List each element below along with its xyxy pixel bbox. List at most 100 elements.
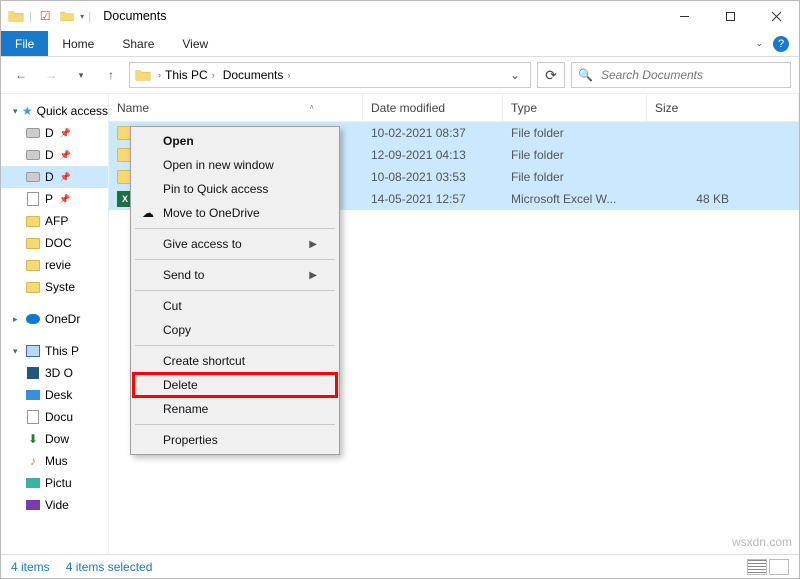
onedrive-icon: [25, 311, 41, 327]
sidebar-item[interactable]: Syste: [1, 276, 108, 298]
menu-item-delete[interactable]: Delete: [133, 373, 337, 397]
close-button[interactable]: [753, 1, 799, 31]
drive-icon: [25, 125, 41, 141]
sidebar-item[interactable]: ▸OneDr: [1, 308, 108, 330]
tree-toggle-icon[interactable]: ▾: [13, 346, 21, 357]
sidebar-item[interactable]: 3D O: [1, 362, 108, 384]
menu-item-create-shortcut[interactable]: Create shortcut: [133, 349, 337, 373]
nav-back-button[interactable]: ←: [9, 63, 33, 87]
refresh-button[interactable]: ⟳: [537, 62, 565, 88]
status-bar: 4 items 4 items selected: [1, 554, 799, 578]
tab-home[interactable]: Home: [48, 33, 108, 55]
menu-item-open[interactable]: Open: [133, 129, 337, 153]
folder-icon: [25, 235, 41, 251]
menu-item-rename[interactable]: Rename: [133, 397, 337, 421]
search-input[interactable]: [599, 67, 784, 83]
menu-item-send-to[interactable]: Send to ▶: [133, 263, 337, 287]
sort-indicator-icon: ˄: [309, 103, 354, 112]
sidebar-item[interactable]: P📌: [1, 188, 108, 210]
menu-item-label: Copy: [163, 323, 191, 337]
sidebar-item[interactable]: ♪Mus: [1, 450, 108, 472]
menu-item-label: Cut: [163, 299, 182, 313]
sidebar-item[interactable]: DOC: [1, 232, 108, 254]
nav-forward-button[interactable]: →: [39, 63, 63, 87]
file-date: 12-09-2021 04:13: [363, 148, 503, 162]
breadcrumb-box[interactable]: › This PC › Documents › ⌄: [129, 62, 531, 88]
pin-icon: 📌: [60, 172, 71, 183]
doc-icon[interactable]: [58, 7, 76, 25]
column-headers[interactable]: Name˄ Date modified Type Size: [109, 94, 799, 122]
sidebar-item-label: This P: [45, 344, 79, 358]
menu-item-give-access-to[interactable]: Give access to▶: [133, 232, 337, 256]
ribbon: File Home Share View ⌄ ?: [1, 31, 799, 57]
ribbon-expand-icon[interactable]: ⌄: [755, 38, 763, 49]
sidebar-item-label: 3D O: [45, 366, 73, 380]
chevron-right-icon: ▶: [309, 270, 317, 281]
sidebar-item-label: Mus: [45, 454, 68, 468]
pin-icon: 📌: [60, 150, 71, 161]
view-thumbnails-button[interactable]: [769, 559, 789, 575]
watermark-text: wsxdn.com: [732, 535, 792, 549]
navigation-pane[interactable]: ▾★Quick accessD📌D📌D📌P📌AFPDOCrevieSyste▸O…: [1, 94, 109, 554]
maximize-button[interactable]: [707, 1, 753, 31]
menu-item-label: Create shortcut: [163, 354, 245, 368]
sidebar-item[interactable]: Pictu: [1, 472, 108, 494]
sidebar-item[interactable]: D📌: [1, 144, 108, 166]
sidebar-item[interactable]: Vide: [1, 494, 108, 516]
downloads-icon: ⬇: [25, 431, 41, 447]
star-icon: ★: [22, 103, 33, 119]
status-item-count: 4 items: [11, 560, 50, 574]
sidebar-item[interactable]: ▾ This P: [1, 340, 108, 362]
menu-item-properties[interactable]: Properties: [133, 428, 337, 452]
tab-share[interactable]: Share: [108, 33, 168, 55]
sidebar-item[interactable]: D📌: [1, 166, 108, 188]
address-dropdown-icon[interactable]: ⌄: [504, 68, 526, 82]
nav-up-button[interactable]: ↑: [99, 63, 123, 87]
menu-item-pin-to-quick-access[interactable]: Pin to Quick access: [133, 177, 337, 201]
properties-icon[interactable]: ☑: [36, 7, 54, 25]
qat-dropdown-icon[interactable]: ▾: [80, 12, 84, 21]
tree-toggle-icon[interactable]: ▸: [13, 314, 21, 325]
minimize-button[interactable]: [661, 1, 707, 31]
breadcrumb[interactable]: Documents ›: [219, 66, 295, 84]
menu-item-label: Open: [163, 134, 194, 148]
file-type: File folder: [503, 126, 647, 140]
file-date: 10-08-2021 03:53: [363, 170, 503, 184]
folder-icon: [134, 66, 152, 84]
sidebar-item[interactable]: Docu: [1, 406, 108, 428]
menu-item-label: Pin to Quick access: [163, 182, 268, 196]
sidebar-item-label: Quick access: [37, 104, 108, 118]
sidebar-item[interactable]: ▾ ★ Quick access: [1, 100, 108, 122]
tab-view[interactable]: View: [168, 33, 222, 55]
column-name[interactable]: Name˄: [109, 94, 363, 121]
sidebar-item-label: D: [45, 126, 54, 140]
sidebar-item[interactable]: D📌: [1, 122, 108, 144]
menu-item-open-in-new-window[interactable]: Open in new window: [133, 153, 337, 177]
menu-item-cut[interactable]: Cut: [133, 294, 337, 318]
drive-icon: [25, 147, 41, 163]
nav-history-dropdown[interactable]: ▾: [69, 63, 93, 87]
column-size[interactable]: Size: [647, 94, 799, 121]
window-title: Documents: [103, 9, 166, 23]
status-selected-count: 4 items selected: [66, 560, 153, 574]
column-type[interactable]: Type: [503, 94, 647, 121]
sidebar-item[interactable]: ⬇Dow: [1, 428, 108, 450]
tree-toggle-icon[interactable]: ▾: [13, 106, 18, 117]
context-menu[interactable]: Open Open in new window Pin to Quick acces…: [130, 126, 340, 455]
file-type: File folder: [503, 148, 647, 162]
sidebar-item[interactable]: revie: [1, 254, 108, 276]
menu-item-copy[interactable]: Copy: [133, 318, 337, 342]
breadcrumb[interactable]: This PC ›: [161, 66, 219, 84]
help-icon[interactable]: ?: [773, 36, 789, 52]
sidebar-item[interactable]: Desk: [1, 384, 108, 406]
3d-icon: [25, 365, 41, 381]
tab-file[interactable]: File: [1, 31, 48, 56]
sidebar-item[interactable]: AFP: [1, 210, 108, 232]
address-bar: ← → ▾ ↑ › This PC › Documents › ⌄ ⟳ 🔍: [1, 57, 799, 93]
menu-item-label: Send to: [163, 268, 204, 282]
column-date-modified[interactable]: Date modified: [363, 94, 503, 121]
view-details-button[interactable]: [747, 559, 767, 575]
search-box[interactable]: 🔍: [571, 62, 791, 88]
file-type: File folder: [503, 170, 647, 184]
menu-item-move-to-onedrive[interactable]: ☁Move to OneDrive: [133, 201, 337, 225]
